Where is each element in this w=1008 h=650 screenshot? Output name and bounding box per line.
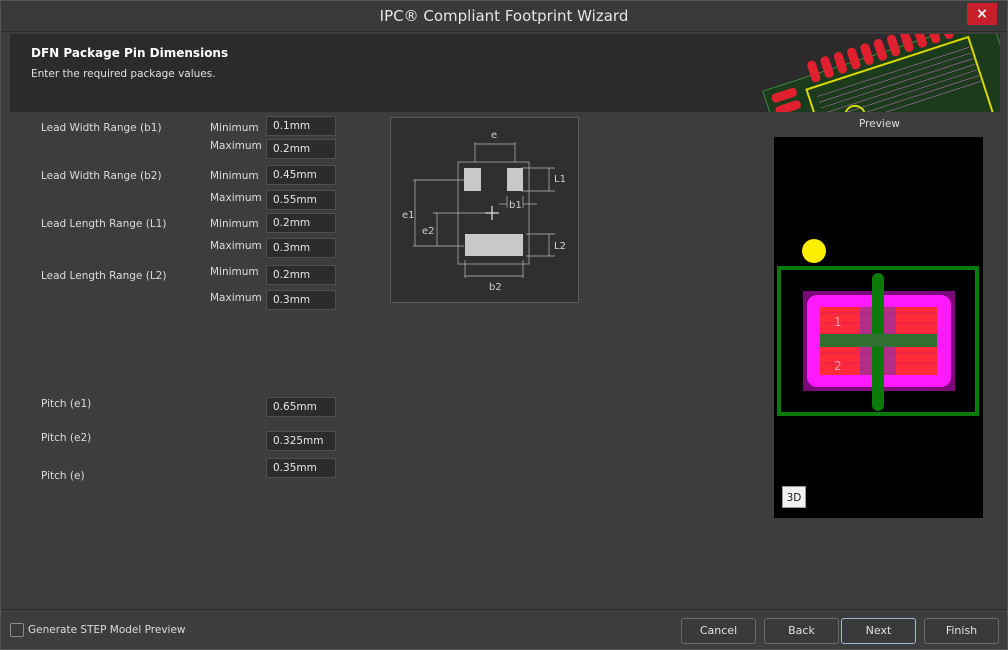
l1-min-label: Minimum (210, 218, 259, 230)
e-label: Pitch (e) (41, 470, 85, 482)
diagram-b2-label: b2 (489, 282, 502, 293)
pad1-label: 1 (834, 315, 842, 329)
b2-label: Lead Width Range (b2) (41, 170, 162, 182)
pad2-label: 2 (834, 359, 842, 373)
footer-divider (1, 609, 1007, 610)
e1-field[interactable]: 0.65mm (266, 397, 336, 417)
diagram-l1-label: L1 (554, 174, 566, 185)
dimension-diagram: e L1 b1 e1 e2 L2 b2 (390, 117, 579, 303)
back-button[interactable]: Back (764, 618, 839, 644)
b2-max-field[interactable]: 0.55mm (266, 190, 336, 210)
view-3d-button[interactable]: 3D (782, 486, 806, 508)
l1-min-field[interactable]: 0.2mm (266, 213, 336, 233)
diagram-l2-label: L2 (554, 241, 566, 252)
b2-max-label: Maximum (210, 192, 262, 204)
b2-min-field[interactable]: 0.45mm (266, 165, 336, 185)
e-field[interactable]: 0.35mm (266, 458, 336, 478)
close-button[interactable]: × (967, 3, 997, 25)
b1-min-label: Minimum (210, 122, 259, 134)
next-button[interactable]: Next (841, 618, 916, 644)
l2-max-label: Maximum (210, 292, 262, 304)
l1-label: Lead Length Range (L1) (41, 218, 167, 230)
step-preview-label: Generate STEP Model Preview (28, 624, 186, 636)
cancel-button[interactable]: Cancel (681, 618, 756, 644)
e2-label: Pitch (e2) (41, 432, 92, 444)
e2-field[interactable]: 0.325mm (266, 431, 336, 451)
l2-max-field[interactable]: 0.3mm (266, 290, 336, 310)
l1-max-label: Maximum (210, 240, 262, 252)
diagram-e2-label: e2 (422, 226, 435, 237)
page-header: DFN Package Pin Dimensions Enter the req… (10, 34, 1000, 112)
page-title: DFN Package Pin Dimensions (31, 46, 229, 60)
title-bar: IPC® Compliant Footprint Wizard × (1, 1, 1007, 32)
l2-min-field[interactable]: 0.2mm (266, 265, 336, 285)
diagram-e1-label: e1 (402, 210, 415, 221)
l2-min-label: Minimum (210, 266, 259, 278)
b1-min-field[interactable]: 0.1mm (266, 116, 336, 136)
l2-label: Lead Length Range (L2) (41, 270, 167, 282)
pin1-indicator (802, 239, 826, 263)
l1-max-field[interactable]: 0.3mm (266, 238, 336, 258)
diagram-e-label: e (491, 130, 497, 141)
preview-canvas[interactable]: 1 2 3D (774, 137, 983, 518)
wizard-window: IPC® Compliant Footprint Wizard × DFN Pa… (0, 0, 1008, 650)
preview-label: Preview (859, 118, 900, 130)
diagram-b1-label: b1 (509, 200, 522, 211)
b1-max-label: Maximum (210, 140, 262, 152)
header-illustration: 1 (750, 34, 1000, 112)
e1-label: Pitch (e1) (41, 398, 92, 410)
finish-button[interactable]: Finish (924, 618, 999, 644)
b1-label: Lead Width Range (b1) (41, 122, 162, 134)
window-title: IPC® Compliant Footprint Wizard (379, 7, 629, 25)
page-subtitle: Enter the required package values. (31, 68, 216, 80)
b2-min-label: Minimum (210, 170, 259, 182)
step-preview-checkbox[interactable] (10, 623, 24, 637)
b1-max-field[interactable]: 0.2mm (266, 139, 336, 159)
